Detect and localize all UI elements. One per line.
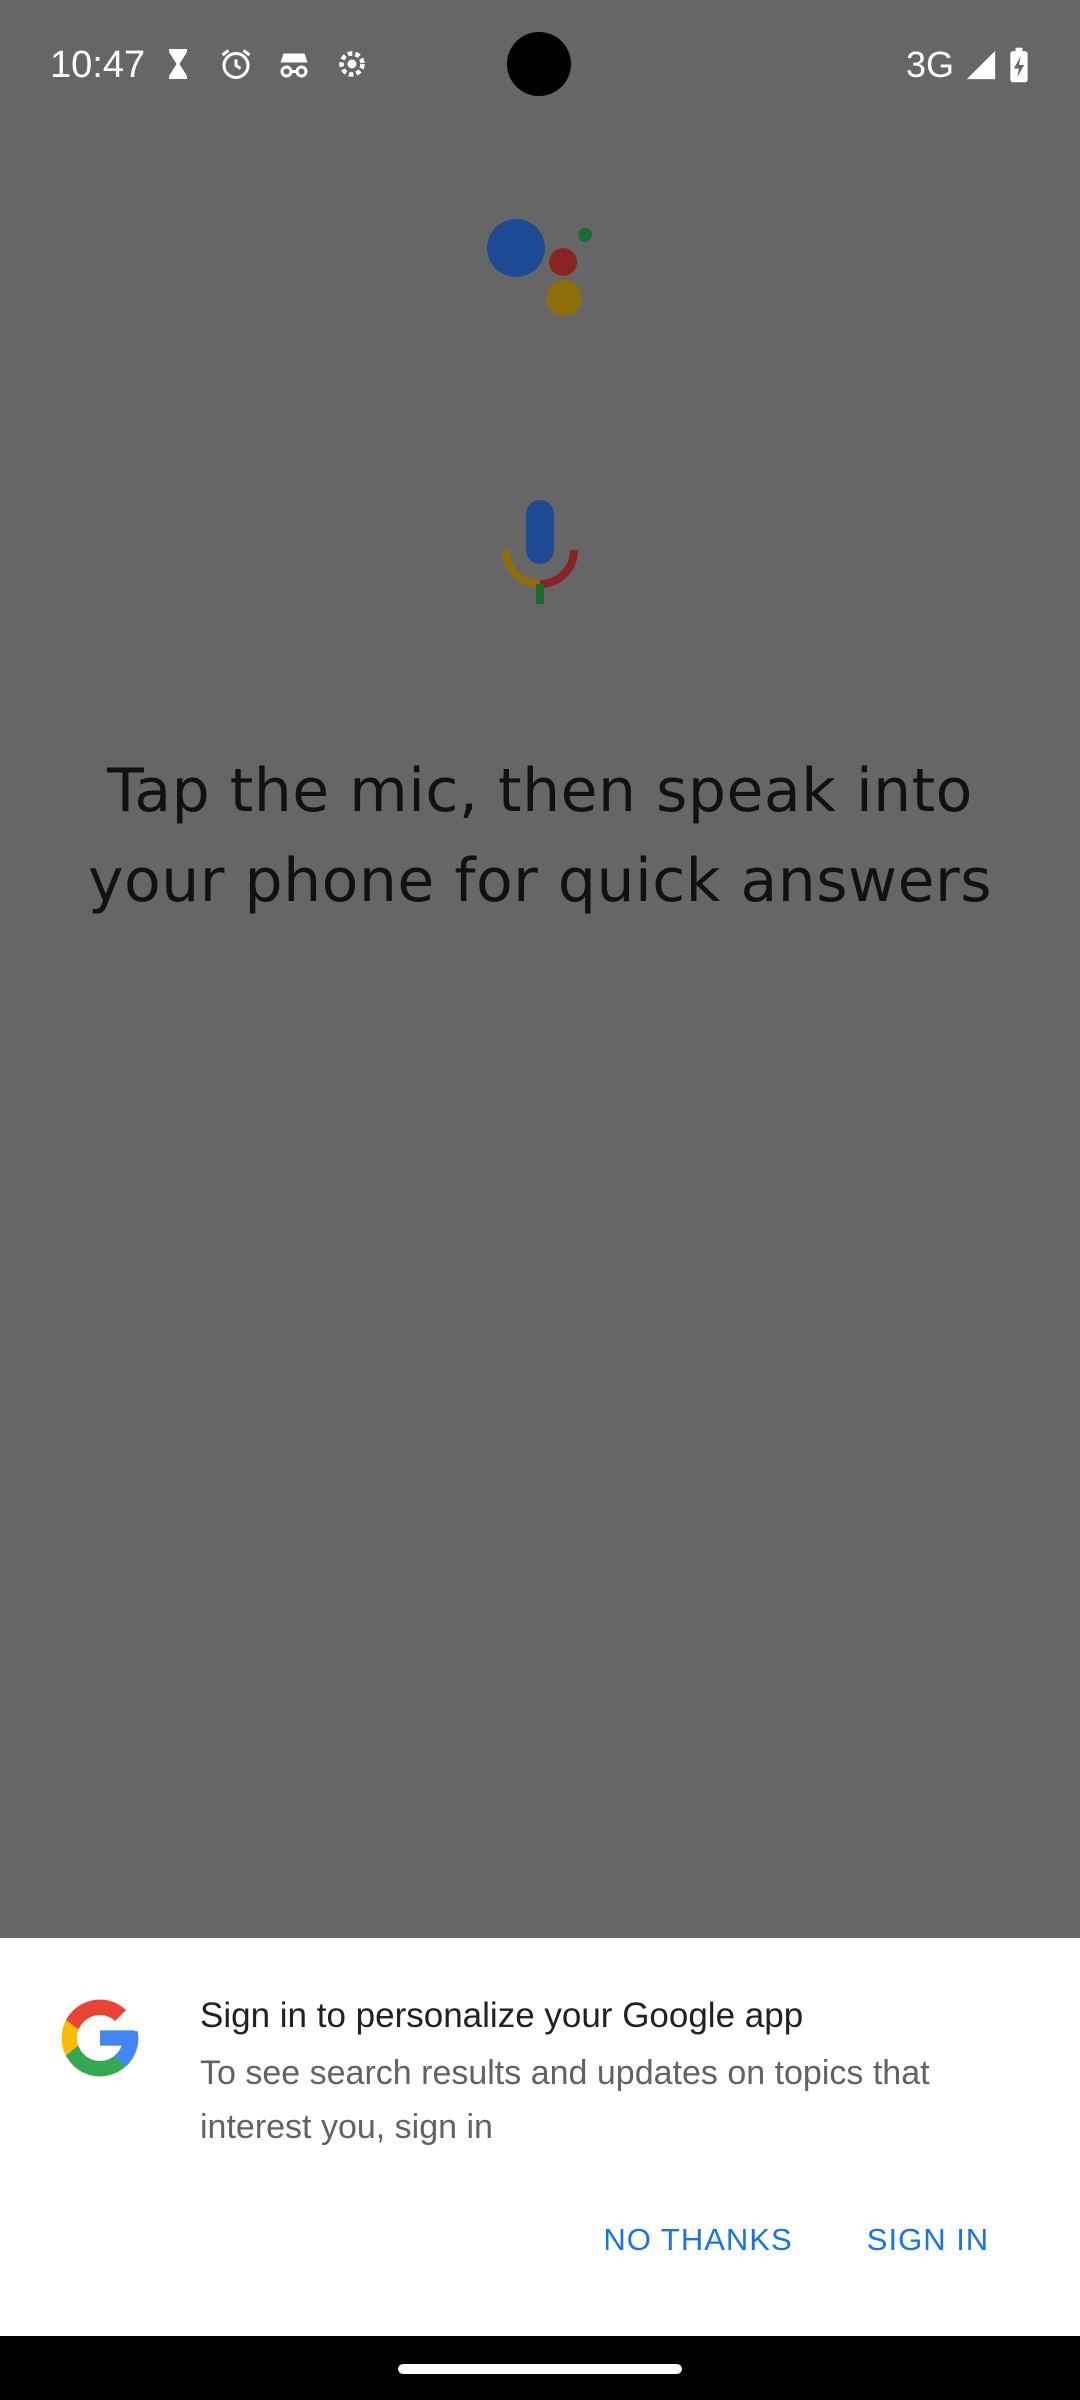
sign-in-button[interactable]: SIGN IN	[830, 2202, 1026, 2276]
battery-charging-icon	[1010, 47, 1028, 83]
home-gesture-handle[interactable]	[398, 2364, 682, 2374]
sign-in-description: To see search results and updates on top…	[200, 2054, 930, 2146]
front-camera	[507, 32, 571, 96]
status-time: 10:47	[50, 44, 146, 86]
network-type: 3G	[905, 44, 954, 85]
sign-in-sheet: Sign in to personalize your Google app T…	[0, 1938, 1080, 2336]
status-icons	[160, 46, 370, 82]
settings-gear-icon	[339, 51, 365, 77]
google-assistant-dots-icon	[487, 219, 592, 316]
status-bar: 10:47 3G	[0, 0, 1080, 128]
incognito-icon	[280, 53, 308, 78]
microphone-icon	[502, 500, 578, 604]
assistant-intro[interactable]: Tap the mic, then speak into your phone …	[0, 128, 1080, 1938]
no-thanks-button[interactable]: NO THANKS	[588, 2202, 808, 2276]
status-right: 3G	[906, 38, 1030, 92]
sign-in-title: Sign in to personalize your Google app	[200, 1996, 804, 2035]
intro-headline: Tap the mic, then speak into your phone …	[88, 756, 992, 916]
signal-icon	[966, 50, 996, 80]
hourglass-icon	[169, 49, 187, 79]
google-g-icon	[61, 1999, 139, 2077]
alarm-icon	[221, 49, 251, 79]
navigation-bar	[0, 2336, 1080, 2400]
